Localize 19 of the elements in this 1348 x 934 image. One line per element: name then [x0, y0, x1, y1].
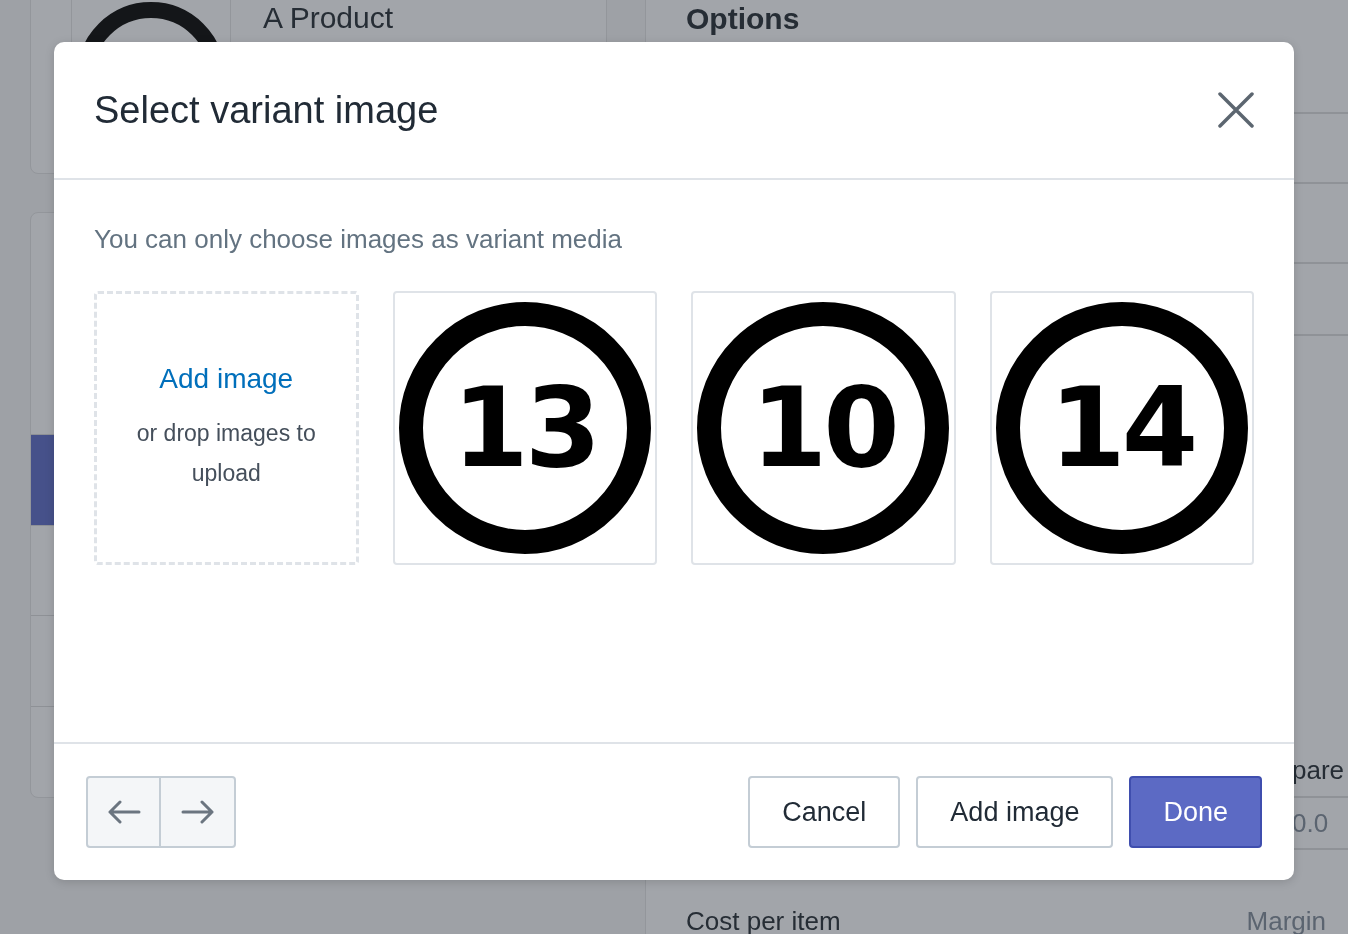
- done-button[interactable]: Done: [1129, 776, 1262, 848]
- image-thumbnail[interactable]: 10: [691, 291, 956, 565]
- action-button[interactable]: Add image: [916, 776, 1114, 848]
- image-thumbnail[interactable]: 13: [392, 291, 657, 565]
- options-heading: Options: [686, 2, 801, 36]
- previous-button[interactable]: [86, 776, 161, 848]
- upload-hint: or drop images to upload: [135, 419, 317, 488]
- add-image-link[interactable]: Add image: [159, 363, 294, 395]
- image-thumbnail[interactable]: 14: [989, 291, 1254, 565]
- compare-label: pare: [1292, 755, 1346, 786]
- action-button[interactable]: Cancel: [748, 776, 901, 848]
- close-icon[interactable]: [1218, 92, 1254, 128]
- arrow-left-icon: [106, 800, 141, 824]
- upload-dropzone[interactable]: Add image or drop images to upload: [94, 291, 359, 565]
- product-title: A Product: [263, 1, 394, 35]
- next-button[interactable]: [161, 776, 236, 848]
- arrow-right-icon: [180, 800, 215, 824]
- modal-title: Select variant image: [94, 88, 439, 132]
- note-text: You can only choose images as variant media: [94, 224, 624, 255]
